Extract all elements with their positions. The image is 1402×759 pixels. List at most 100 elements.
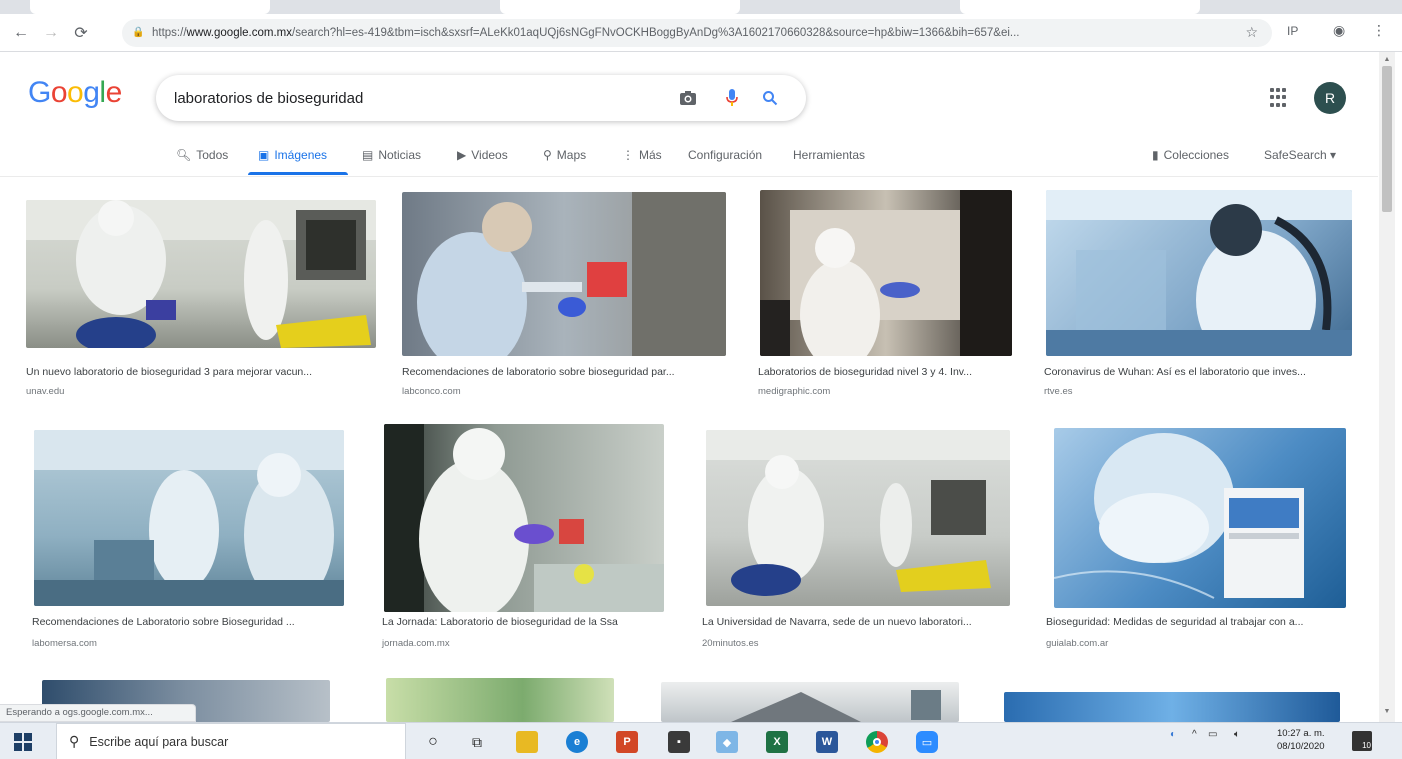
tab-imagenes[interactable]: ▣ Imágenes <box>258 148 327 162</box>
forward-icon[interactable]: → <box>38 20 64 46</box>
taskbar-search[interactable]: ⚲ Escribe aquí para buscar <box>56 723 406 759</box>
edge-icon[interactable]: e <box>566 731 588 753</box>
avatar[interactable]: R <box>1314 82 1346 114</box>
result-caption[interactable]: La Universidad de Navarra, sede de un nu… <box>702 616 1018 628</box>
chevron-up-icon[interactable]: ^ <box>1192 729 1197 740</box>
result-caption[interactable]: Coronavirus de Wuhan: Así es el laborato… <box>1044 366 1350 378</box>
microphone-icon[interactable] <box>722 88 742 108</box>
result-source[interactable]: jornada.com.mx <box>382 638 450 649</box>
result-caption[interactable]: Bioseguridad: Medidas de seguridad al tr… <box>1046 616 1352 628</box>
result-thumbnail[interactable] <box>1054 428 1346 608</box>
result-source[interactable]: rtve.es <box>1044 386 1073 397</box>
result-thumbnail[interactable] <box>384 424 664 612</box>
camera-icon[interactable] <box>678 88 698 108</box>
image-icon: ▣ <box>258 148 270 162</box>
result-caption[interactable]: Un nuevo laboratorio de bioseguridad 3 p… <box>26 366 376 378</box>
image-result[interactable]: Recomendaciones de laboratorio sobre bio… <box>396 190 736 402</box>
tab-todos[interactable]: 🔍︎ Todos <box>176 148 228 162</box>
image-result[interactable] <box>655 678 965 722</box>
search-icon: ⚲ <box>69 733 80 749</box>
battery-icon[interactable]: ▭ <box>1208 729 1217 740</box>
zoom-icon[interactable]: ▭ <box>916 731 938 753</box>
file-explorer-icon[interactable] <box>516 731 538 753</box>
word-icon[interactable]: W <box>816 731 838 753</box>
profile-label[interactable]: IP <box>1287 24 1298 38</box>
result-caption[interactable]: Recomendaciones de laboratorio sobre bio… <box>402 366 732 378</box>
result-thumbnail[interactable] <box>661 682 959 722</box>
speaker-icon[interactable]: 🔈︎ <box>1234 729 1240 740</box>
image-result[interactable]: Bioseguridad: Medidas de seguridad al tr… <box>1040 420 1358 660</box>
scrollbar-thumb[interactable] <box>1382 66 1392 212</box>
result-thumbnail[interactable] <box>402 192 726 356</box>
clock-time: 10:27 a. m. <box>1277 728 1325 739</box>
tab-maps[interactable]: ⚲ Maps <box>543 148 586 162</box>
chrome-icon[interactable] <box>866 731 888 753</box>
safesearch-button[interactable]: SafeSearch ▾ <box>1264 148 1336 162</box>
notification-center-icon[interactable]: 10 <box>1352 731 1372 751</box>
google-logo[interactable]: Google <box>28 76 122 110</box>
search-tabs: 🔍︎ Todos ▣ Imágenes ▤ Noticias ▶ Videos ⚲ Map… <box>0 140 1402 178</box>
account-icon[interactable]: ◉ <box>1333 22 1345 39</box>
result-thumbnail[interactable] <box>34 430 344 606</box>
search-small-icon: 🔍︎ <box>176 148 192 162</box>
result-thumbnail[interactable] <box>706 430 1010 606</box>
result-source[interactable]: guialab.com.ar <box>1046 638 1108 649</box>
tab-noticias[interactable]: ▤ Noticias <box>362 148 421 162</box>
result-source[interactable]: medigraphic.com <box>758 386 830 397</box>
search-box <box>156 75 806 121</box>
image-result[interactable] <box>990 678 1350 722</box>
back-icon[interactable]: ← <box>8 20 34 46</box>
image-result[interactable]: Laboratorios de bioseguridad nivel 3 y 4… <box>752 190 1022 402</box>
task-view-icon[interactable]: ⧉ <box>466 731 488 753</box>
powerpoint-icon[interactable]: P <box>616 731 638 753</box>
address-bar[interactable]: 🔒 https://www.google.com.mx/search?hl=es… <box>122 19 1272 47</box>
image-result[interactable]: Recomendaciones de Laboratorio sobre Bio… <box>26 420 356 660</box>
browser-tab[interactable] <box>960 0 1200 14</box>
windows-start-icon[interactable] <box>14 733 32 751</box>
tab-configuracion[interactable]: Configuración <box>688 148 762 162</box>
taskbar-clock[interactable]: 10:27 a. m. 08/10/2020 <box>1277 727 1325 753</box>
menu-kebab-icon[interactable]: ⋮ <box>1372 22 1386 39</box>
result-thumbnail[interactable] <box>1004 692 1340 722</box>
bookmark-star-icon[interactable]: ☆ <box>1245 24 1258 41</box>
result-caption[interactable]: Laboratorios de bioseguridad nivel 3 y 4… <box>758 366 1014 378</box>
store-icon[interactable]: ▪ <box>668 731 690 753</box>
browser-tab-active[interactable] <box>500 0 740 14</box>
tab-herramientas[interactable]: Herramientas <box>793 148 865 162</box>
image-result[interactable]: Coronavirus de Wuhan: Así es el laborato… <box>1038 190 1358 402</box>
more-vert-icon: ⋮ <box>622 148 634 162</box>
network-status-icon[interactable]: ◐ <box>1170 729 1176 740</box>
search-input[interactable] <box>174 87 654 109</box>
reload-icon[interactable]: ⟳ <box>68 20 94 46</box>
cortana-icon[interactable]: ○ <box>422 731 444 753</box>
dropbox-icon[interactable]: ◆ <box>716 731 738 753</box>
scroll-up-icon[interactable]: ▲ <box>1382 56 1392 66</box>
lock-icon: 🔒 <box>132 27 145 38</box>
result-source[interactable]: labconco.com <box>402 386 461 397</box>
result-caption[interactable]: La Jornada: Laboratorio de bioseguridad … <box>382 616 672 628</box>
result-source[interactable]: labomersa.com <box>32 638 97 649</box>
status-bar: Esperando a ogs.google.com.mx... <box>0 704 196 722</box>
tab-mas[interactable]: ⋮ Más <box>622 148 662 162</box>
result-thumbnail[interactable] <box>1046 190 1352 356</box>
newspaper-icon: ▤ <box>362 148 374 162</box>
result-source[interactable]: unav.edu <box>26 386 64 397</box>
search-icon[interactable] <box>760 88 780 108</box>
result-thumbnail[interactable] <box>26 200 376 348</box>
browser-tab[interactable] <box>30 0 270 14</box>
google-apps-icon[interactable] <box>1270 88 1290 108</box>
result-thumbnail[interactable] <box>760 190 1012 356</box>
image-result[interactable] <box>380 678 620 722</box>
result-source[interactable]: 20minutos.es <box>702 638 759 649</box>
tab-videos[interactable]: ▶ Videos <box>457 148 508 162</box>
excel-icon[interactable]: X <box>766 731 788 753</box>
bookmark-icon: ▮ <box>1152 148 1159 162</box>
result-thumbnail[interactable] <box>386 678 614 722</box>
collections-button[interactable]: ▮ Colecciones <box>1152 148 1229 162</box>
image-result[interactable]: Un nuevo laboratorio de bioseguridad 3 p… <box>20 190 380 402</box>
image-result[interactable]: La Universidad de Navarra, sede de un nu… <box>696 420 1026 660</box>
scroll-down-icon[interactable]: ▼ <box>1382 708 1392 718</box>
image-result[interactable]: La Jornada: Laboratorio de bioseguridad … <box>376 420 676 660</box>
result-caption[interactable]: Recomendaciones de Laboratorio sobre Bio… <box>32 616 348 628</box>
url-text: https://www.google.com.mx/search?hl=es-4… <box>152 27 1020 39</box>
